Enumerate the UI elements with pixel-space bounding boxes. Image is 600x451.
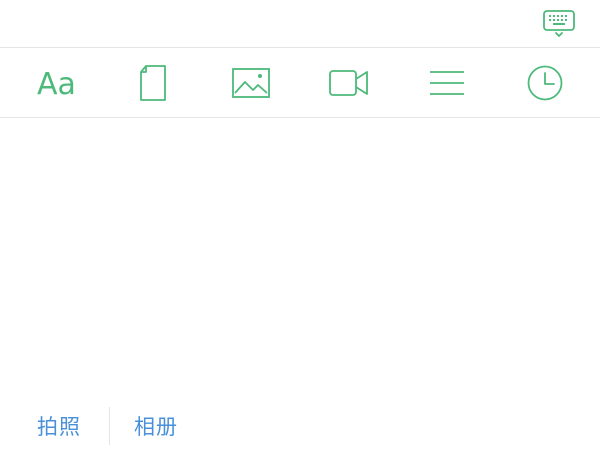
- video-icon: [329, 70, 368, 96]
- document-icon: [140, 65, 166, 101]
- camera-button[interactable]: 拍照: [37, 412, 81, 442]
- image-button[interactable]: [228, 60, 274, 106]
- text-format-icon: Aa: [37, 67, 76, 102]
- video-button[interactable]: [326, 60, 372, 106]
- image-icon: [232, 68, 270, 98]
- bottom-bar: 拍照 相册: [0, 400, 600, 451]
- text-format-button[interactable]: Aa: [33, 60, 79, 106]
- text-format-glyph: Aa: [37, 67, 76, 102]
- album-button[interactable]: 相册: [134, 412, 178, 442]
- list-icon: [430, 71, 464, 95]
- list-button[interactable]: [424, 60, 470, 106]
- document-button[interactable]: [130, 60, 176, 106]
- clock-button[interactable]: [522, 60, 568, 106]
- divider: [109, 407, 110, 445]
- clock-icon: [527, 65, 563, 101]
- top-bar: [0, 0, 600, 48]
- content-area: [0, 119, 600, 399]
- editor-toolbar: Aa: [0, 48, 600, 118]
- keyboard-dismiss-button[interactable]: [540, 8, 578, 40]
- keyboard-dismiss-icon: [543, 10, 575, 37]
